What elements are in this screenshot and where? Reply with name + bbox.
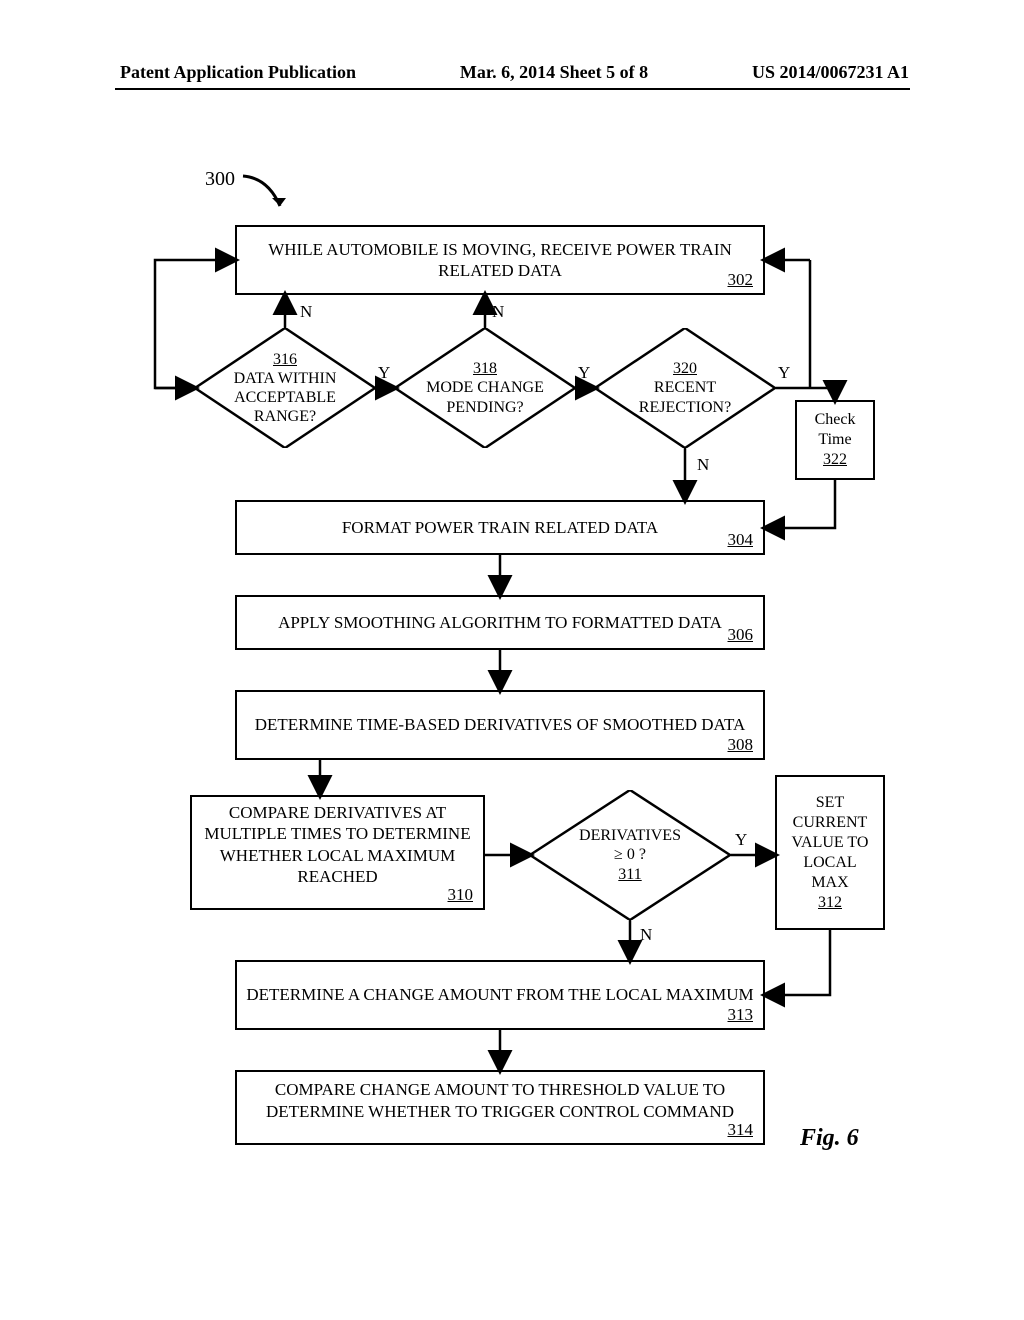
box-312-l4: LOCAL [803, 853, 856, 873]
box-306: APPLY SMOOTHING ALGORITHM TO FORMATTED D… [235, 595, 765, 650]
box-310-num: 310 [448, 884, 474, 905]
diamond-311: DERIVATIVES ≥ 0 ? 311 [530, 790, 730, 920]
header-rule [115, 88, 910, 90]
diamond-320-text: RECENT REJECTION? [625, 378, 745, 416]
label-n-311: N [640, 925, 652, 945]
box-302: WHILE AUTOMOBILE IS MOVING, RECEIVE POWE… [235, 225, 765, 295]
page-header: Patent Application Publication Mar. 6, 2… [0, 62, 1024, 83]
box-313-text: DETERMINE A CHANGE AMOUNT FROM THE LOCAL… [246, 984, 753, 1005]
box-306-text: APPLY SMOOTHING ALGORITHM TO FORMATTED D… [278, 612, 722, 633]
box-312-l2: CURRENT [793, 813, 868, 833]
header-center: Mar. 6, 2014 Sheet 5 of 8 [460, 62, 648, 83]
diamond-311-l1: DERIVATIVES [579, 826, 681, 845]
box-304: FORMAT POWER TRAIN RELATED DATA 304 [235, 500, 765, 555]
box-308: DETERMINE TIME-BASED DERIVATIVES OF SMOO… [235, 690, 765, 760]
box-306-num: 306 [728, 624, 754, 645]
box-314-text: COMPARE CHANGE AMOUNT TO THRESHOLD VALUE… [245, 1079, 755, 1122]
label-y-318: Y [578, 363, 590, 383]
box-313-num: 313 [728, 1004, 754, 1025]
box-322: Check Time 322 [795, 400, 875, 480]
box-302-num: 302 [728, 269, 754, 290]
header-left: Patent Application Publication [120, 62, 356, 83]
diamond-311-l2: ≥ 0 ? [614, 845, 646, 864]
diamond-318-text: MODE CHANGE PENDING? [420, 378, 550, 416]
diamond-316-text: DATA WITHIN ACCEPTABLE RANGE? [220, 369, 350, 427]
box-313: DETERMINE A CHANGE AMOUNT FROM THE LOCAL… [235, 960, 765, 1030]
box-304-text: FORMAT POWER TRAIN RELATED DATA [342, 517, 658, 538]
diamond-311-num: 311 [618, 865, 641, 884]
box-312-l3: VALUE TO [792, 833, 869, 853]
header-right: US 2014/0067231 A1 [752, 62, 909, 83]
box-312-l1: SET [816, 793, 844, 813]
diamond-320: 320 RECENT REJECTION? [595, 328, 775, 448]
box-308-num: 308 [728, 734, 754, 755]
box-312-num: 312 [818, 893, 842, 913]
box-302-text: WHILE AUTOMOBILE IS MOVING, RECEIVE POWE… [245, 239, 755, 282]
box-314: COMPARE CHANGE AMOUNT TO THRESHOLD VALUE… [235, 1070, 765, 1145]
box-314-num: 314 [728, 1119, 754, 1140]
figure-caption: Fig. 6 [800, 1125, 859, 1152]
box-312: SET CURRENT VALUE TO LOCAL MAX 312 [775, 775, 885, 930]
label-n-320: N [697, 455, 709, 475]
diamond-320-num: 320 [673, 359, 697, 378]
diamond-318: 318 MODE CHANGE PENDING? [395, 328, 575, 448]
box-322-num: 322 [823, 450, 847, 470]
ref-300-arrow [238, 168, 298, 218]
diamond-316: 316 DATA WITHIN ACCEPTABLE RANGE? [195, 328, 375, 448]
box-312-l5: MAX [811, 873, 848, 893]
box-310-text: COMPARE DERIVATIVES AT MULTIPLE TIMES TO… [200, 802, 475, 887]
diamond-316-num: 316 [273, 350, 297, 369]
box-322-l1: Check [815, 410, 856, 430]
label-n-316: N [300, 302, 312, 322]
diamond-318-num: 318 [473, 359, 497, 378]
flowchart-diagram: 300 WHILE AUTOMOBILE IS MOVING, RECEIVE … [0, 150, 1024, 1320]
label-y-316: Y [378, 363, 390, 383]
box-304-num: 304 [728, 529, 754, 550]
box-322-l2: Time [818, 430, 851, 450]
box-308-text: DETERMINE TIME-BASED DERIVATIVES OF SMOO… [255, 714, 746, 735]
box-310: COMPARE DERIVATIVES AT MULTIPLE TIMES TO… [190, 795, 485, 910]
label-y-311: Y [735, 830, 747, 850]
label-n-318: N [492, 302, 504, 322]
label-y-320: Y [778, 363, 790, 383]
ref-300: 300 [205, 168, 235, 191]
